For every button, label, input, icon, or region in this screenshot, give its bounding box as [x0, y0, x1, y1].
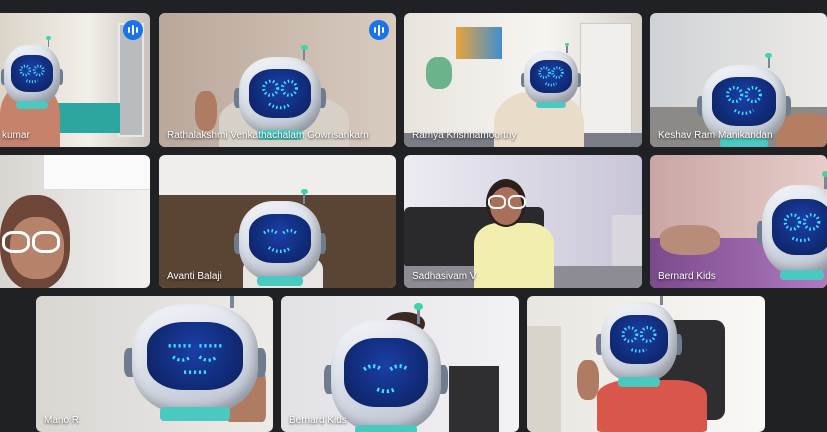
glasses-filter-icon — [488, 195, 506, 209]
robot-filter-icon — [757, 171, 827, 281]
robot-filter-icon — [596, 296, 682, 387]
participant-tile-3[interactable]: Ramya Krishnamoorthy — [404, 13, 642, 147]
glasses-filter-icon — [508, 195, 526, 209]
participant-tile-6[interactable]: Avanti Balaji — [159, 155, 396, 288]
participant-name: Bernard Kids — [658, 271, 716, 282]
meeting-grid: { "participants": [ {"name": "kumar", "s… — [0, 0, 827, 432]
participant-tile-2[interactable]: Rathalakshmi Venkathachalam Gowrisankarn — [159, 13, 396, 147]
participant-tile-4[interactable]: Keshav Ram Manikandan — [650, 13, 827, 147]
participant-name: Avanti Balaji — [167, 271, 222, 282]
participant-name: Ramya Krishnamoorthy — [412, 130, 517, 141]
glasses-filter-icon — [32, 231, 60, 253]
robot-filter-icon — [324, 302, 448, 432]
participant-name: Bernard Kids — [289, 415, 347, 426]
participant-tile-8[interactable]: Bernard Kids — [650, 155, 827, 288]
participant-tile-7[interactable]: Sadhasivam V — [404, 155, 642, 288]
robot-filter-icon — [234, 188, 326, 286]
participant-name: kumar — [2, 130, 30, 141]
glasses-filter-icon — [2, 231, 30, 253]
participant-name: Mano R — [44, 415, 80, 426]
robot-filter-icon — [0, 35, 64, 109]
participant-tile-5[interactable] — [0, 155, 150, 288]
robot-filter-icon — [124, 296, 266, 421]
audio-level-icon — [369, 20, 389, 40]
participant-tile-10[interactable]: Bernard Kids — [281, 296, 519, 432]
audio-level-icon — [123, 20, 143, 40]
robot-filter-icon — [234, 44, 326, 140]
robot-filter-icon — [520, 42, 582, 109]
participant-name: Sadhasivam V — [412, 271, 477, 282]
participant-tile-1[interactable]: kumar — [0, 13, 150, 147]
participant-tile-9[interactable]: Mano R — [36, 296, 273, 432]
participant-name: Rathalakshmi Venkathachalam Gowrisankarn — [167, 130, 369, 141]
participant-name: Keshav Ram Manikandan — [658, 130, 773, 141]
participant-tile-11[interactable] — [527, 296, 765, 432]
